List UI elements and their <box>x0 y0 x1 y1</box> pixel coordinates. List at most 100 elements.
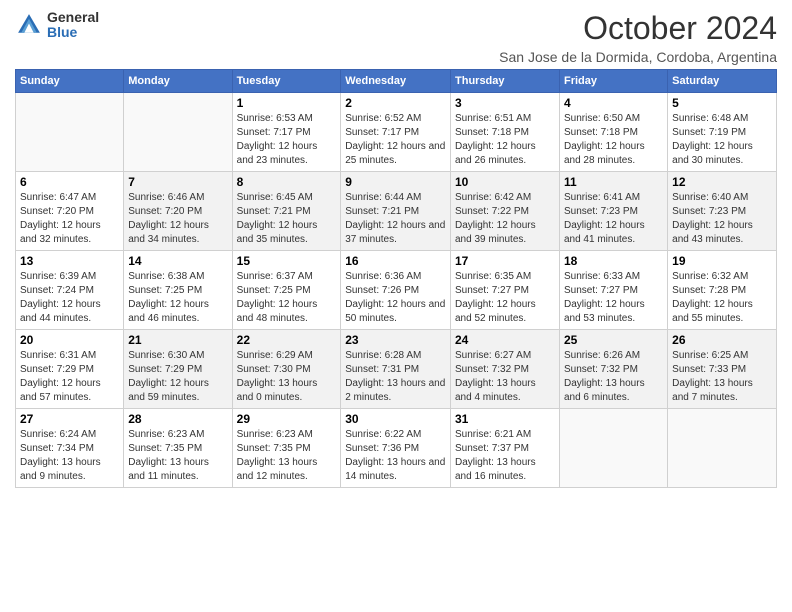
day-info: Sunrise: 6:47 AMSunset: 7:20 PMDaylight:… <box>20 191 119 247</box>
day-number: 3 <box>455 96 555 110</box>
day-info: Sunrise: 6:25 AMSunset: 7:33 PMDaylight:… <box>672 349 772 405</box>
day-info: Sunrise: 6:28 AMSunset: 7:31 PMDaylight:… <box>345 349 446 405</box>
table-row: 10Sunrise: 6:42 AMSunset: 7:22 PMDayligh… <box>451 172 560 251</box>
table-row: 17Sunrise: 6:35 AMSunset: 7:27 PMDayligh… <box>451 251 560 330</box>
title-section: October 2024 San Jose de la Dormida, Cor… <box>499 10 777 65</box>
table-row <box>559 409 667 488</box>
table-row: 13Sunrise: 6:39 AMSunset: 7:24 PMDayligh… <box>16 251 124 330</box>
day-number: 26 <box>672 333 772 347</box>
header: General Blue October 2024 San Jose de la… <box>15 10 777 65</box>
day-number: 4 <box>564 96 663 110</box>
day-info: Sunrise: 6:33 AMSunset: 7:27 PMDaylight:… <box>564 270 663 326</box>
table-row <box>668 409 777 488</box>
table-row: 1Sunrise: 6:53 AMSunset: 7:17 PMDaylight… <box>232 93 341 172</box>
calendar-header-row: Sunday Monday Tuesday Wednesday Thursday… <box>16 70 777 93</box>
day-number: 20 <box>20 333 119 347</box>
day-info: Sunrise: 6:23 AMSunset: 7:35 PMDaylight:… <box>128 428 227 484</box>
table-row: 18 Sunrise: 6:33 AMSunset: 7:27 PMDayligh… <box>559 251 667 330</box>
day-info: Sunrise: 6:24 AMSunset: 7:34 PMDaylight:… <box>20 428 119 484</box>
day-info: Sunrise: 6:50 AMSunset: 7:18 PMDaylight:… <box>564 112 663 168</box>
table-row: 15Sunrise: 6:37 AMSunset: 7:25 PMDayligh… <box>232 251 341 330</box>
day-number: 8 <box>237 175 337 189</box>
day-number: 18 <box>564 254 663 268</box>
day-info: Sunrise: 6:36 AMSunset: 7:26 PMDaylight:… <box>345 270 446 326</box>
calendar-week-row: 6Sunrise: 6:47 AMSunset: 7:20 PMDaylight… <box>16 172 777 251</box>
table-row: 7 Sunrise: 6:46 AMSunset: 7:20 PMDaylight… <box>124 172 232 251</box>
day-info: Sunrise: 6:29 AMSunset: 7:30 PMDaylight:… <box>237 349 337 405</box>
day-info: Sunrise: 6:39 AMSunset: 7:24 PMDaylight:… <box>20 270 119 326</box>
table-row: 8Sunrise: 6:45 AMSunset: 7:21 PMDaylight… <box>232 172 341 251</box>
day-info: Sunrise: 6:27 AMSunset: 7:32 PMDaylight:… <box>455 349 555 405</box>
page: General Blue October 2024 San Jose de la… <box>0 0 792 612</box>
day-number: 29 <box>237 412 337 426</box>
table-row: 31 Sunrise: 6:21 AMSunset: 7:37 PMDayligh… <box>451 409 560 488</box>
table-row: 20 Sunrise: 6:31 AMSunset: 7:29 PMDayligh… <box>16 330 124 409</box>
day-info: Sunrise: 6:51 AMSunset: 7:18 PMDaylight:… <box>455 112 555 168</box>
day-number: 17 <box>455 254 555 268</box>
table-row: 26 Sunrise: 6:25 AMSunset: 7:33 PMDayligh… <box>668 330 777 409</box>
day-info: Sunrise: 6:53 AMSunset: 7:17 PMDaylight:… <box>237 112 337 168</box>
logo-text: General Blue <box>47 10 99 41</box>
day-info: Sunrise: 6:48 AMSunset: 7:19 PMDaylight:… <box>672 112 772 168</box>
day-number: 15 <box>237 254 337 268</box>
table-row: 6Sunrise: 6:47 AMSunset: 7:20 PMDaylight… <box>16 172 124 251</box>
table-row: 19 Sunrise: 6:32 AMSunset: 7:28 PMDayligh… <box>668 251 777 330</box>
table-row: 22 Sunrise: 6:29 AMSunset: 7:30 PMDayligh… <box>232 330 341 409</box>
logo-blue-text: Blue <box>47 25 99 40</box>
day-number: 22 <box>237 333 337 347</box>
day-number: 7 <box>128 175 227 189</box>
table-row: 5 Sunrise: 6:48 AMSunset: 7:19 PMDaylight… <box>668 93 777 172</box>
table-row: 28 Sunrise: 6:23 AMSunset: 7:35 PMDayligh… <box>124 409 232 488</box>
day-number: 9 <box>345 175 446 189</box>
day-number: 10 <box>455 175 555 189</box>
day-number: 5 <box>672 96 772 110</box>
calendar-week-row: 20 Sunrise: 6:31 AMSunset: 7:29 PMDayligh… <box>16 330 777 409</box>
table-row <box>124 93 232 172</box>
day-info: Sunrise: 6:32 AMSunset: 7:28 PMDaylight:… <box>672 270 772 326</box>
day-info: Sunrise: 6:21 AMSunset: 7:37 PMDaylight:… <box>455 428 555 484</box>
table-row <box>16 93 124 172</box>
header-tuesday: Tuesday <box>232 70 341 93</box>
day-number: 31 <box>455 412 555 426</box>
table-row: 11Sunrise: 6:41 AMSunset: 7:23 PMDayligh… <box>559 172 667 251</box>
day-info: Sunrise: 6:38 AMSunset: 7:25 PMDaylight:… <box>128 270 227 326</box>
day-number: 28 <box>128 412 227 426</box>
day-number: 21 <box>128 333 227 347</box>
table-row: 16Sunrise: 6:36 AMSunset: 7:26 PMDayligh… <box>341 251 451 330</box>
day-info: Sunrise: 6:44 AMSunset: 7:21 PMDaylight:… <box>345 191 446 247</box>
table-row: 27 Sunrise: 6:24 AMSunset: 7:34 PMDayligh… <box>16 409 124 488</box>
day-number: 25 <box>564 333 663 347</box>
table-row: 12Sunrise: 6:40 AMSunset: 7:23 PMDayligh… <box>668 172 777 251</box>
calendar-week-row: 1Sunrise: 6:53 AMSunset: 7:17 PMDaylight… <box>16 93 777 172</box>
calendar-week-row: 27 Sunrise: 6:24 AMSunset: 7:34 PMDayligh… <box>16 409 777 488</box>
logo: General Blue <box>15 10 99 41</box>
month-title: October 2024 <box>499 10 777 47</box>
day-number: 27 <box>20 412 119 426</box>
day-info: Sunrise: 6:30 AMSunset: 7:29 PMDaylight:… <box>128 349 227 405</box>
calendar-week-row: 13Sunrise: 6:39 AMSunset: 7:24 PMDayligh… <box>16 251 777 330</box>
table-row: 23 Sunrise: 6:28 AMSunset: 7:31 PMDayligh… <box>341 330 451 409</box>
day-number: 19 <box>672 254 772 268</box>
header-sunday: Sunday <box>16 70 124 93</box>
table-row: 3 Sunrise: 6:51 AMSunset: 7:18 PMDaylight… <box>451 93 560 172</box>
header-monday: Monday <box>124 70 232 93</box>
day-info: Sunrise: 6:31 AMSunset: 7:29 PMDaylight:… <box>20 349 119 405</box>
calendar-table: Sunday Monday Tuesday Wednesday Thursday… <box>15 69 777 488</box>
day-info: Sunrise: 6:26 AMSunset: 7:32 PMDaylight:… <box>564 349 663 405</box>
day-info: Sunrise: 6:41 AMSunset: 7:23 PMDaylight:… <box>564 191 663 247</box>
day-number: 2 <box>345 96 446 110</box>
table-row: 21 Sunrise: 6:30 AMSunset: 7:29 PMDayligh… <box>124 330 232 409</box>
table-row: 30Sunrise: 6:22 AMSunset: 7:36 PMDayligh… <box>341 409 451 488</box>
day-info: Sunrise: 6:40 AMSunset: 7:23 PMDaylight:… <box>672 191 772 247</box>
day-info: Sunrise: 6:52 AMSunset: 7:17 PMDaylight:… <box>345 112 446 168</box>
header-saturday: Saturday <box>668 70 777 93</box>
location: San Jose de la Dormida, Cordoba, Argenti… <box>499 49 777 65</box>
header-friday: Friday <box>559 70 667 93</box>
header-thursday: Thursday <box>451 70 560 93</box>
table-row: 9 Sunrise: 6:44 AMSunset: 7:21 PMDaylight… <box>341 172 451 251</box>
table-row: 25 Sunrise: 6:26 AMSunset: 7:32 PMDayligh… <box>559 330 667 409</box>
table-row: 2 Sunrise: 6:52 AMSunset: 7:17 PMDaylight… <box>341 93 451 172</box>
day-number: 23 <box>345 333 446 347</box>
day-info: Sunrise: 6:23 AMSunset: 7:35 PMDaylight:… <box>237 428 337 484</box>
day-info: Sunrise: 6:46 AMSunset: 7:20 PMDaylight:… <box>128 191 227 247</box>
